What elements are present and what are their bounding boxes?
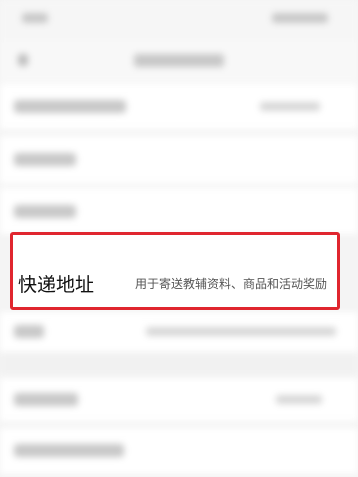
row-7-label-placeholder bbox=[14, 444, 124, 457]
divider bbox=[0, 422, 358, 423]
row-6-label-placeholder bbox=[14, 393, 78, 406]
divider bbox=[0, 130, 358, 131]
express-address-label: 快递地址 bbox=[18, 274, 95, 296]
settings-row-3[interactable] bbox=[0, 188, 358, 234]
row-5-label-placeholder bbox=[14, 325, 44, 338]
settings-row-1[interactable] bbox=[0, 84, 358, 130]
row-6-value-placeholder bbox=[276, 395, 322, 404]
settings-row-6[interactable] bbox=[0, 378, 358, 422]
nav-bar bbox=[0, 40, 358, 82]
back-arrow-icon[interactable] bbox=[18, 54, 28, 66]
express-address-description: 用于寄送教辅资料、商品和活动奖励 bbox=[134, 277, 327, 291]
page-title-placeholder bbox=[134, 54, 224, 67]
row-3-label-placeholder bbox=[14, 205, 76, 218]
status-icons-placeholder bbox=[272, 13, 328, 23]
status-time-placeholder bbox=[22, 13, 48, 23]
section-gap bbox=[0, 352, 358, 376]
status-bar bbox=[0, 0, 358, 40]
row-1-value-placeholder bbox=[260, 102, 320, 111]
express-address-row[interactable]: 快递地址 用于寄送教辅资料、商品和活动奖励 bbox=[10, 232, 340, 310]
settings-row-2[interactable] bbox=[0, 136, 358, 184]
row-5-value-placeholder bbox=[146, 327, 336, 336]
divider bbox=[0, 184, 358, 185]
settings-row-7[interactable] bbox=[0, 428, 358, 474]
row-2-label-placeholder bbox=[14, 153, 76, 166]
settings-row-5[interactable] bbox=[0, 312, 358, 352]
row-1-label-placeholder bbox=[14, 100, 126, 113]
